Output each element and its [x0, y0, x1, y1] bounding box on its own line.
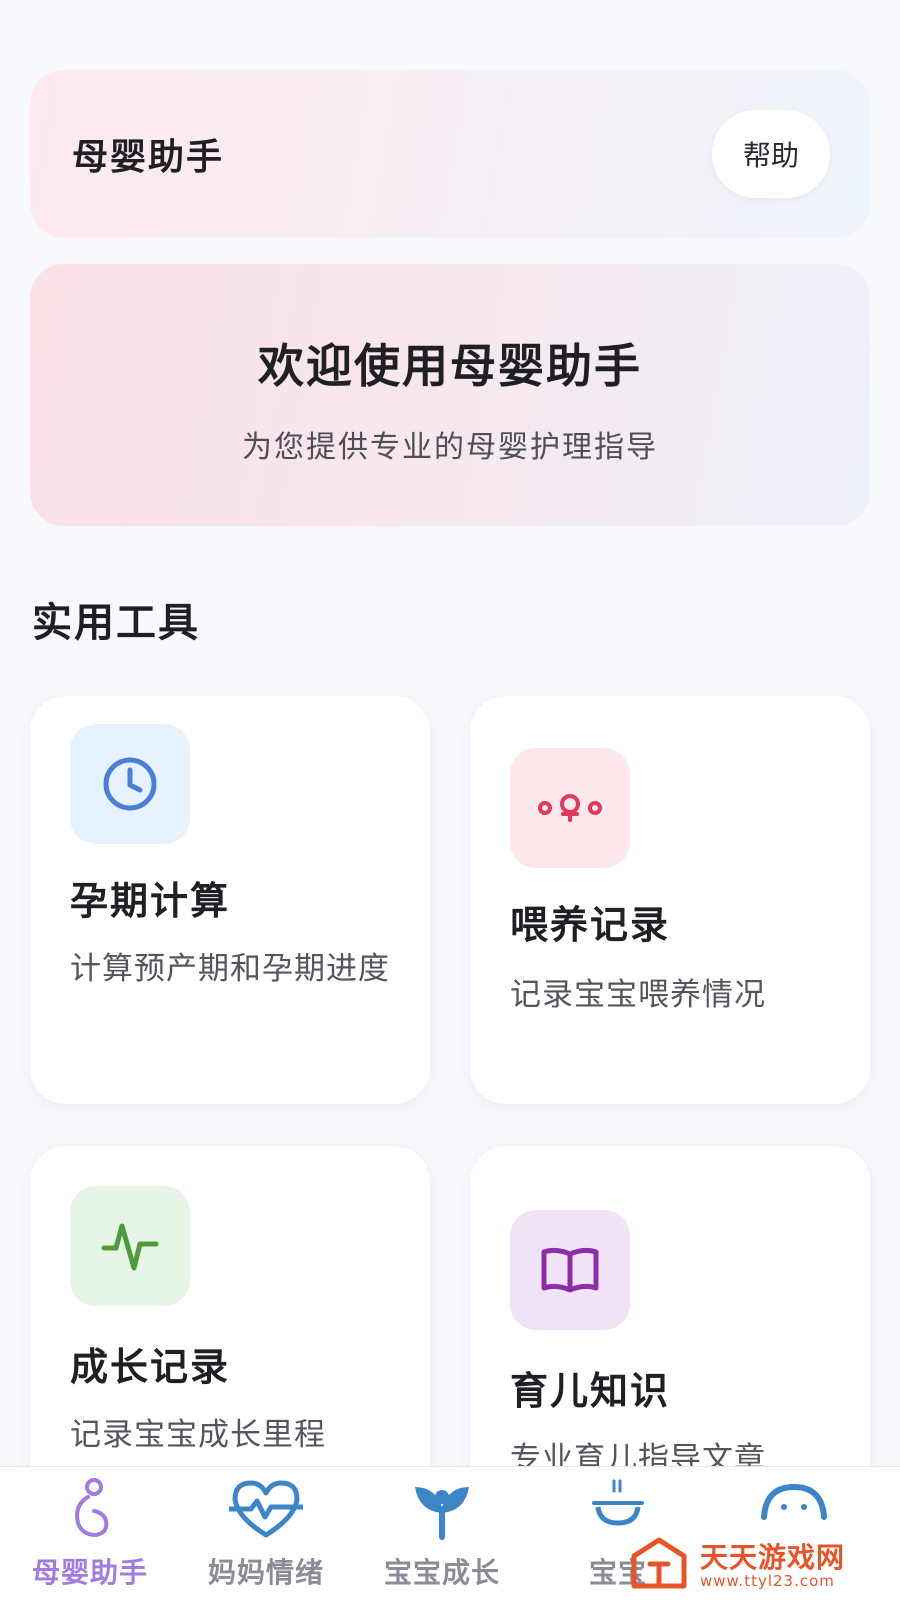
- page: 母婴助手 帮助 欢迎使用母婴助手 为您提供专业的母婴护理指导 实用工具 孕期计算…: [0, 0, 900, 1600]
- app-header: 母婴助手 帮助: [30, 70, 870, 238]
- tools-section-title: 实用工具: [32, 600, 200, 646]
- welcome-banner: 欢迎使用母婴助手 为您提供专业的母婴护理指导: [30, 264, 870, 526]
- tool-card-title: 成长记录: [70, 1345, 231, 1389]
- tool-card-desc: 计算预产期和孕期进度: [70, 951, 390, 987]
- tool-card-title: 孕期计算: [70, 879, 231, 923]
- help-button[interactable]: 帮助: [712, 110, 830, 198]
- app-title: 母婴助手: [72, 137, 225, 178]
- tool-card-title: 喂养记录: [510, 903, 671, 947]
- pulse-icon: [70, 1186, 190, 1306]
- watermark-logo-icon: [630, 1536, 688, 1596]
- tool-card-feeding-record[interactable]: 喂养记录 记录宝宝喂养情况: [470, 696, 870, 1104]
- welcome-title: 欢迎使用母婴助手: [258, 339, 642, 393]
- watermark-url: www.ttyl23.com: [700, 1572, 835, 1590]
- nav-item-mom-mood[interactable]: 妈妈情绪: [176, 1467, 356, 1600]
- tool-card-title: 育儿知识: [510, 1369, 671, 1413]
- watermark-text: 天天游戏网: [700, 1541, 846, 1574]
- feeding-icon: [510, 748, 630, 868]
- pregnant-icon: [60, 1477, 120, 1545]
- book-icon: [510, 1210, 630, 1330]
- watermark: 天天游戏网 www.ttyl23.com: [630, 1534, 890, 1594]
- tool-card-pregnancy-calc[interactable]: 孕期计算 计算预产期和孕期进度: [30, 696, 430, 1104]
- nav-label: 母婴助手: [31, 1556, 148, 1589]
- clock-icon: [70, 724, 190, 844]
- sprout-icon: [409, 1477, 475, 1545]
- heart-pulse-icon: [226, 1477, 306, 1545]
- nav-item-baby-growth[interactable]: 宝宝成长: [352, 1467, 532, 1600]
- nav-item-mother-baby-assistant[interactable]: 母婴助手: [0, 1467, 180, 1600]
- nav-label: 宝宝成长: [383, 1556, 500, 1589]
- nav-label: 妈妈情绪: [207, 1556, 324, 1589]
- tool-card-desc: 记录宝宝成长里程: [70, 1417, 326, 1453]
- tool-card-desc: 记录宝宝喂养情况: [510, 977, 766, 1013]
- welcome-subtitle: 为您提供专业的母婴护理指导: [242, 430, 658, 465]
